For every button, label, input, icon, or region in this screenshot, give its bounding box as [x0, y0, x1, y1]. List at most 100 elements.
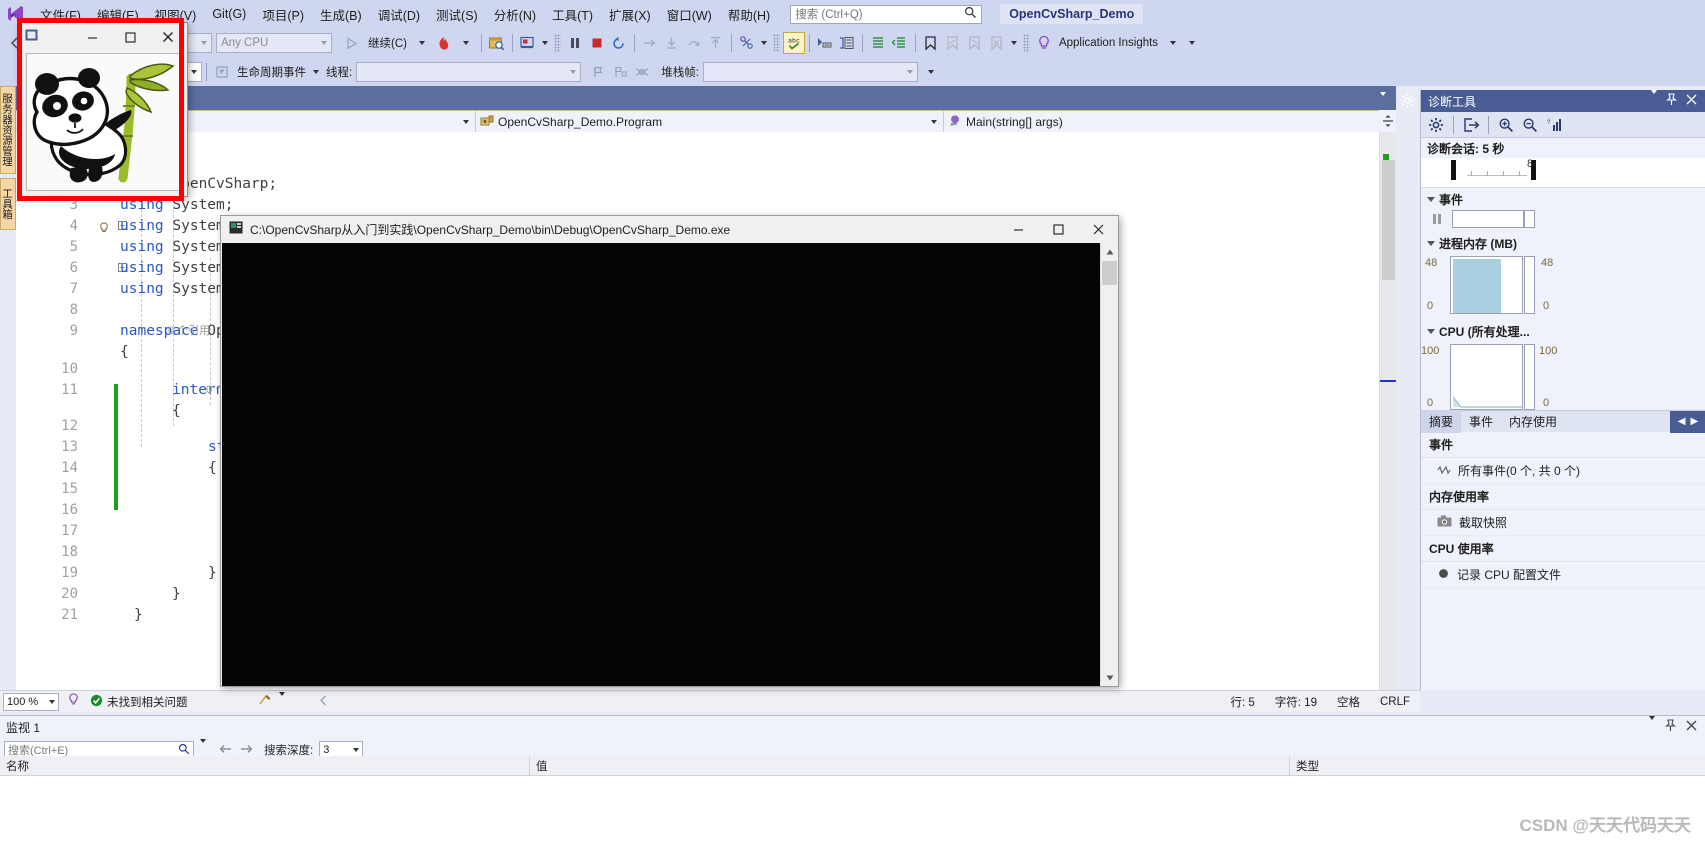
tab-memory-usage[interactable]: 内存使用 [1501, 410, 1565, 433]
menu-build[interactable]: 生成(B) [312, 2, 370, 27]
threads-dropdown-icon[interactable] [758, 32, 770, 54]
minimize-icon[interactable] [998, 216, 1038, 242]
navbar-type-select[interactable]: OpenCvSharp_Demo.Program [476, 110, 944, 133]
watch-menu-chevron-icon[interactable] [1649, 716, 1655, 734]
stackframe-select[interactable] [702, 62, 918, 82]
step-into-icon[interactable] [661, 32, 683, 54]
editor-collapse-icon[interactable] [1380, 92, 1394, 110]
toggle-bookmark-icon[interactable] [920, 32, 942, 54]
source-control-icon[interactable] [198, 693, 279, 710]
break-all-icon[interactable] [517, 32, 539, 54]
toggle-outlining-icon[interactable] [814, 32, 836, 54]
zoom-in-icon[interactable] [1495, 114, 1517, 136]
thread-select[interactable] [356, 62, 582, 82]
show-flagged-threads-icon[interactable] [609, 61, 631, 83]
minimize-icon[interactable] [73, 24, 111, 51]
tab-scroll-right-icon[interactable]: ▶ [1691, 416, 1699, 427]
console-vertical-scrollbar[interactable] [1100, 243, 1117, 686]
menu-test[interactable]: 测试(S) [428, 2, 486, 27]
application-insights-label[interactable]: Application Insights [1055, 37, 1162, 49]
quick-search-input[interactable]: 搜索 (Ctrl+Q) [790, 4, 983, 24]
navbar-member-select[interactable]: A Main(string[] args) [944, 111, 1394, 133]
summary-item-all-events[interactable]: 所有事件(0 个, 共 0 个) [1421, 458, 1705, 484]
menu-tools[interactable]: 工具(T) [544, 2, 601, 27]
close-icon[interactable] [1686, 94, 1697, 108]
editor-settings-gear-icon[interactable] [1400, 93, 1415, 111]
status-scroll-left-icon[interactable] [285, 695, 328, 709]
pause-debug-icon[interactable] [564, 32, 586, 54]
column-header-name[interactable]: 名称 [0, 755, 530, 776]
step-out-icon[interactable] [705, 32, 727, 54]
menu-project[interactable]: 项目(P) [254, 2, 312, 27]
zoom-level-select[interactable]: 100 % [3, 692, 59, 711]
summary-item-record-cpu[interactable]: 记录 CPU 配置文件 [1421, 562, 1705, 588]
maximize-icon[interactable] [111, 24, 149, 51]
column-header-value[interactable]: 值 [530, 755, 1290, 776]
lifecycle-events-icon[interactable] [211, 61, 233, 83]
flag-thread-icon[interactable] [587, 61, 609, 83]
bookmark-dropdown-icon[interactable] [1008, 32, 1020, 54]
scroll-down-icon[interactable] [1101, 669, 1118, 686]
diagnostic-timeline-ruler[interactable]: 8 [1421, 158, 1705, 188]
increase-indent-icon[interactable] [867, 32, 889, 54]
sidebar-item-toolbox[interactable]: 工具箱 [0, 178, 16, 230]
diagnostics-settings-gear-icon[interactable] [1425, 114, 1447, 136]
continue-dropdown-icon[interactable] [411, 32, 433, 54]
reset-view-chart-icon[interactable]: ? [1543, 114, 1565, 136]
tab-events[interactable]: 事件 [1461, 410, 1501, 433]
diagnostics-cpu-section-header[interactable]: CPU (所有处理... [1421, 320, 1705, 342]
show-next-statement-icon[interactable] [639, 32, 661, 54]
column-header-type[interactable]: 类型 [1290, 756, 1700, 776]
menu-extensions[interactable]: 扩展(X) [601, 2, 659, 27]
toolbar-gripper[interactable] [772, 34, 780, 52]
menu-window[interactable]: 窗口(W) [659, 2, 720, 27]
export-diagnostics-icon[interactable] [1460, 114, 1482, 136]
step-over-icon[interactable] [683, 32, 705, 54]
clear-bookmarks-icon[interactable] [986, 32, 1008, 54]
console-title-bar[interactable]: C:\OpenCvSharp从入门到实践\OpenCvSharp_Demo\bi… [221, 216, 1118, 242]
tab-scroll-left-icon[interactable]: ◀ [1678, 416, 1686, 427]
toolbar-gripper[interactable] [1022, 34, 1030, 52]
application-insights-dropdown-icon[interactable] [1162, 32, 1184, 54]
stop-debug-icon[interactable] [586, 32, 608, 54]
menu-help[interactable]: 帮助(H) [720, 2, 778, 27]
select-process-icon[interactable] [486, 32, 508, 54]
toolbar-gripper[interactable] [553, 34, 561, 52]
continue-play-icon[interactable] [338, 32, 364, 54]
pin-icon[interactable] [1665, 93, 1678, 109]
console-scrollbar-thumb[interactable] [1102, 261, 1117, 285]
menu-git[interactable]: Git(G) [204, 4, 254, 24]
toolbar-overflow-icon[interactable] [1184, 32, 1200, 54]
panel-menu-chevron-icon[interactable] [1651, 90, 1657, 108]
tab-scroll-arrows[interactable]: ◀ ▶ [1670, 410, 1705, 433]
hot-reload-icon[interactable] [433, 32, 455, 54]
scroll-up-icon[interactable] [1101, 243, 1118, 260]
build-platform-select[interactable]: Any CPU [216, 33, 332, 53]
code-lens-reference-1[interactable]: 0 个引用 [168, 322, 210, 338]
sidebar-item-server-explorer[interactable]: 服务器资源管理器 [0, 86, 16, 174]
image-preview-window[interactable] [18, 22, 188, 197]
console-window[interactable]: C:\OpenCvSharp从入门到实践\OpenCvSharp_Demo\bi… [220, 215, 1119, 687]
threads-view-icon[interactable] [736, 32, 758, 54]
hot-reload-dropdown-icon[interactable] [455, 32, 477, 54]
lifecycle-events-label[interactable]: 生命周期事件 [233, 64, 310, 80]
menu-analyze[interactable]: 分析(N) [486, 2, 544, 27]
restart-debug-icon[interactable] [608, 32, 630, 54]
continue-button-label[interactable]: 继续(C) [364, 35, 411, 51]
break-all-dropdown-icon[interactable] [539, 32, 551, 54]
editor-vertical-scrollbar[interactable] [1379, 132, 1396, 690]
zoom-out-icon[interactable] [1519, 114, 1541, 136]
intellisense-bulb-icon[interactable] [59, 693, 86, 710]
close-icon[interactable] [1078, 216, 1118, 242]
tab-summary[interactable]: 摘要 [1421, 410, 1462, 433]
application-insights-icon[interactable] [1033, 32, 1055, 54]
image-window-title-bar[interactable] [19, 23, 187, 50]
thread-filter-icon[interactable] [631, 61, 653, 83]
diagnostics-memory-section-header[interactable]: 进程内存 (MB) [1421, 232, 1705, 254]
lifecycle-dropdown-icon[interactable] [310, 61, 322, 83]
comment-selection-icon[interactable] [836, 32, 858, 54]
watch-close-icon[interactable] [1686, 720, 1697, 734]
debug-toolbar-overflow-icon[interactable] [924, 61, 938, 83]
next-bookmark-icon[interactable] [964, 32, 986, 54]
menu-debug[interactable]: 调试(D) [370, 2, 428, 27]
